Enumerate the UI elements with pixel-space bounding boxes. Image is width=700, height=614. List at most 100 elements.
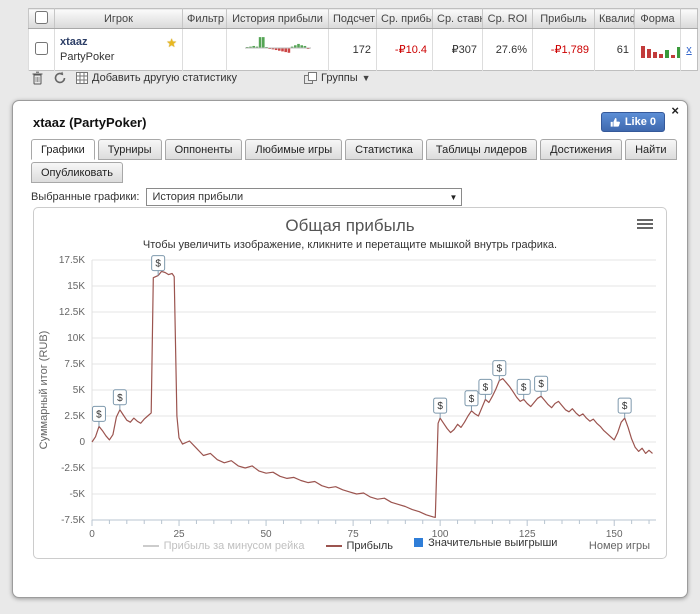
legend-label-big-wins: Значительные выигрыши (428, 536, 558, 549)
like-label: Like 0 (624, 116, 656, 128)
svg-text:2.5K: 2.5K (64, 411, 85, 422)
svg-text:10K: 10K (67, 333, 85, 344)
tab-favorite-games[interactable]: Любимые игры (245, 139, 343, 160)
groups-icon (304, 72, 317, 84)
stats-table: Игрок Фильтр История прибыли Подсчет Ср.… (28, 8, 698, 71)
svg-text:$: $ (437, 401, 443, 412)
avg-roi-value: 27.6% (482, 28, 533, 71)
svg-text:$: $ (96, 409, 102, 420)
svg-text:-7.5K: -7.5K (61, 515, 85, 526)
header-avg-profit[interactable]: Ср. прибыль (376, 8, 433, 29)
chart-select-row: Выбранные графики: История прибыли ▼ (31, 188, 463, 206)
svg-text:-5K: -5K (69, 489, 85, 500)
collapse-cell[interactable]: x (680, 28, 698, 71)
legend-item-big-wins[interactable]: Значительные выигрыши (414, 537, 557, 549)
tab-opponents[interactable]: Оппоненты (164, 139, 243, 160)
tab-publish[interactable]: Опубликовать (31, 162, 123, 183)
header-player[interactable]: Игрок (54, 8, 183, 29)
player-cell[interactable]: ★ xtaaz PartyPoker (54, 28, 183, 71)
qualified-value: 61 (594, 28, 635, 71)
svg-text:$: $ (622, 401, 628, 412)
filter-cell[interactable] (182, 28, 227, 71)
svg-text:$: $ (483, 382, 489, 393)
table-row: ★ xtaaz PartyPoker 172 -₽10.4 ₽307 27.6%… (28, 28, 698, 71)
avg-stake-value: ₽307 (432, 28, 483, 71)
tab-tournaments[interactable]: Турниры (97, 139, 162, 160)
tab-charts[interactable]: Графики (31, 139, 95, 160)
legend-label-profit: Прибыль (346, 540, 394, 552)
refresh-icon (54, 71, 66, 84)
count-value: 172 (328, 28, 377, 71)
header-qualified[interactable]: Квалиф (594, 8, 635, 29)
table-toolbar: Добавить другую статистику Группы ▼ (31, 68, 371, 88)
select-arrow-icon: ▼ (449, 192, 458, 202)
player-panel: xtaaz (PartyPoker) × Like 0 Графики Турн… (12, 100, 688, 598)
tab-find[interactable]: Найти (625, 139, 677, 160)
svg-text:Суммарный итог (RUB): Суммарный итог (RUB) (38, 331, 50, 450)
svg-text:0: 0 (79, 437, 85, 448)
player-site: PartyPoker (60, 51, 115, 63)
legend-label-rake: Прибыль за минусом рейка (163, 540, 305, 552)
table-header-row: Игрок Фильтр История прибыли Подсчет Ср.… (28, 8, 698, 29)
tab-bar: Графики Турниры Оппоненты Любимые игры С… (31, 139, 677, 160)
tab-statistics[interactable]: Статистика (345, 139, 423, 160)
legend-swatch-profit (325, 545, 342, 547)
collapse-link[interactable]: x (686, 44, 692, 56)
header-filter[interactable]: Фильтр (182, 8, 227, 29)
form-cell (634, 28, 681, 71)
chart-select-label: Выбранные графики: (31, 191, 140, 203)
svg-text:15K: 15K (67, 281, 85, 292)
add-statistic-label: Добавить другую статистику (92, 72, 237, 84)
profit-line-chart[interactable]: -7.5K -5K -2.5K 0 2.5K 5K 7.5K 10K 12.5K 15K 17.5K… (34, 252, 666, 544)
svg-text:$: $ (117, 393, 123, 404)
chart-type-select[interactable]: История прибыли ▼ (146, 188, 463, 206)
svg-text:$: $ (469, 394, 475, 405)
header-avg-stake[interactable]: Ср. ставка (432, 8, 483, 29)
player-name[interactable]: xtaaz (60, 36, 177, 48)
groups-button[interactable]: Группы ▼ (304, 72, 371, 84)
chart-type-selected-value: История прибыли (152, 191, 244, 203)
thumb-up-icon (610, 117, 620, 127)
svg-text:17.5K: 17.5K (59, 255, 85, 266)
row-checkbox[interactable] (35, 41, 48, 55)
trash-icon (32, 71, 43, 85)
legend-swatch-big-wins (414, 538, 424, 547)
svg-text:12.5K: 12.5K (59, 307, 85, 318)
history-sparkline-cell[interactable] (226, 28, 329, 71)
chart-legend: Прибыль за минусом рейка Прибыль Значите… (34, 537, 666, 552)
legend-item-profit[interactable]: Прибыль (325, 540, 394, 552)
svg-text:-2.5K: -2.5K (61, 463, 85, 474)
svg-text:7.5K: 7.5K (64, 359, 85, 370)
header-profit[interactable]: Прибыль (532, 8, 595, 29)
profit-sparkline-chart (244, 37, 311, 53)
header-form[interactable]: Форма (634, 8, 681, 29)
header-select-all[interactable] (28, 8, 55, 29)
profit-value: -₽1,789 (532, 28, 595, 71)
legend-item-rake[interactable]: Прибыль за минусом рейка (142, 540, 305, 552)
tab-leaderboards[interactable]: Таблицы лидеров (425, 139, 538, 160)
delete-button[interactable] (31, 71, 44, 85)
profit-chart-panel: Общая прибыль Чтобы увеличить изображени… (33, 207, 667, 559)
like-button[interactable]: Like 0 (600, 112, 665, 132)
tab-achievements[interactable]: Достижения (540, 139, 623, 160)
header-count[interactable]: Подсчет (328, 8, 377, 29)
tab-bar-secondary: Опубликовать (31, 162, 123, 183)
chart-menu-icon[interactable] (637, 219, 653, 231)
chart-title: Общая прибыль (285, 216, 415, 235)
chevron-down-icon: ▼ (361, 73, 371, 83)
medal-icon: ★ (166, 36, 177, 50)
add-statistic-button[interactable]: Добавить другую статистику (76, 72, 237, 84)
close-icon[interactable]: × (671, 103, 679, 118)
refresh-button[interactable] (53, 71, 67, 85)
x-axis-title: Номер игры (588, 540, 650, 552)
avg-profit-value: -₽10.4 (376, 28, 433, 71)
svg-text:$: $ (155, 259, 161, 270)
select-all-checkbox[interactable] (35, 10, 48, 24)
header-spacer (680, 8, 698, 29)
svg-text:$: $ (497, 364, 503, 375)
svg-text:5K: 5K (73, 385, 86, 396)
form-mini-chart (641, 46, 681, 58)
header-avg-roi[interactable]: Ср. ROI (482, 8, 533, 29)
header-history[interactable]: История прибыли (226, 8, 329, 29)
panel-title: xtaaz (PartyPoker) (33, 115, 147, 130)
